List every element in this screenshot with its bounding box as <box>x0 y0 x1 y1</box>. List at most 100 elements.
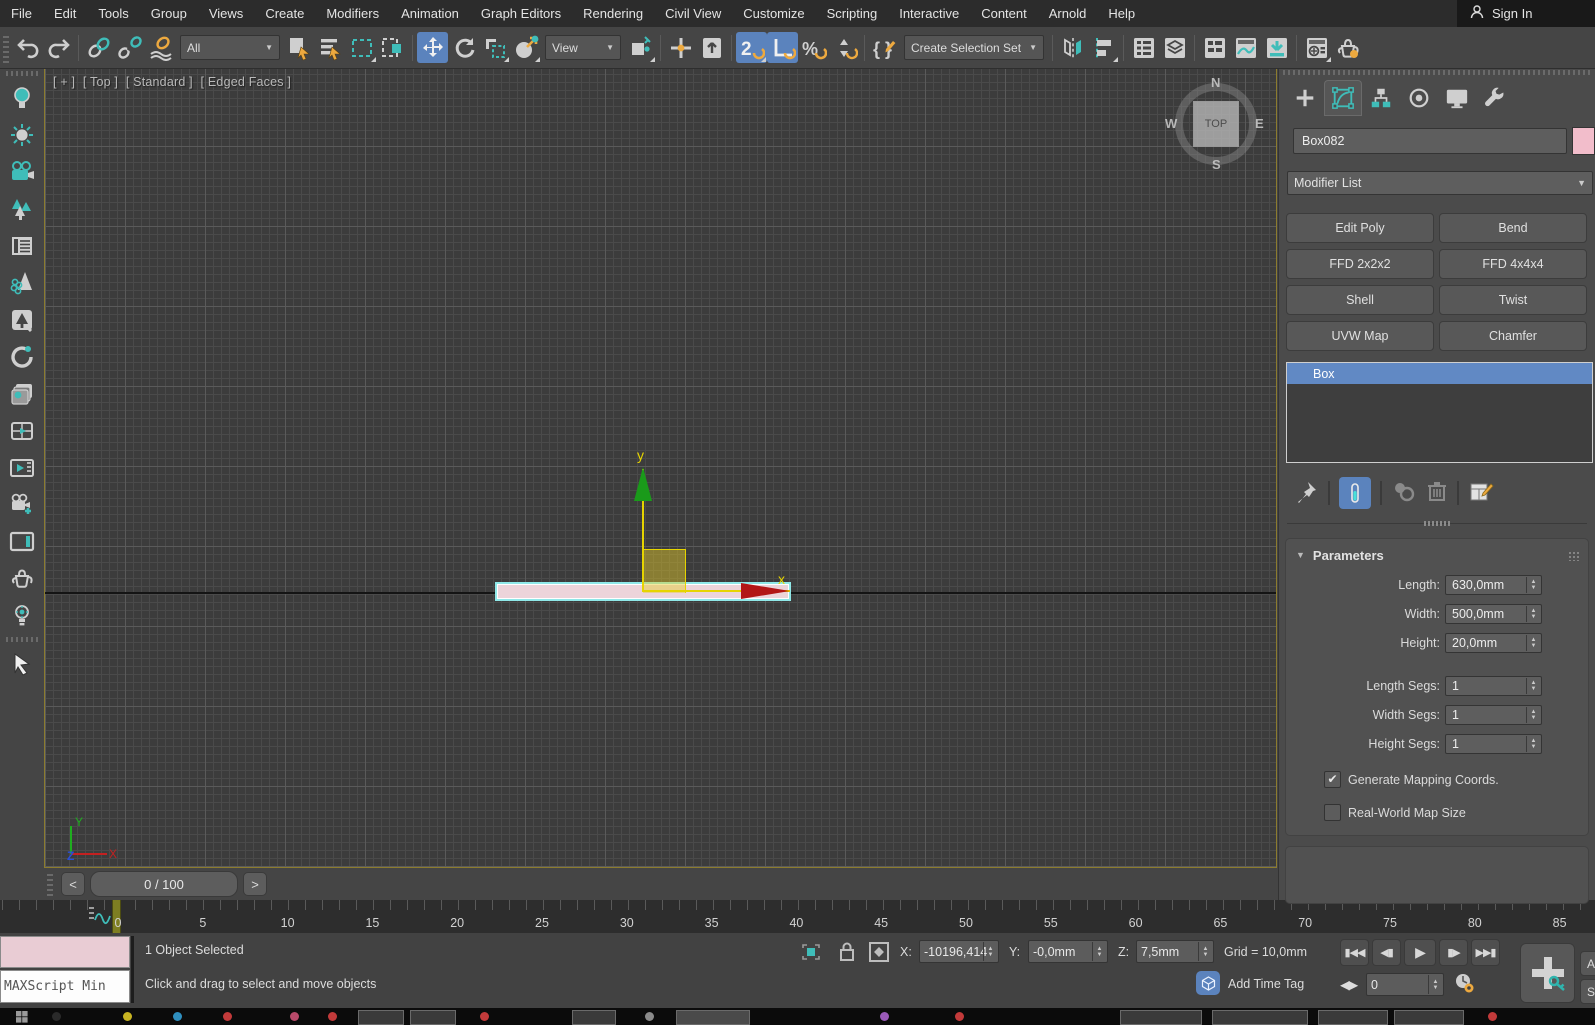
align-icon[interactable] <box>1088 32 1119 63</box>
rollout-collapse-icon[interactable]: ▼ <box>1296 550 1305 560</box>
taskbar-app-icon[interactable] <box>328 1012 337 1021</box>
previous-frame-playback-button[interactable]: ◀▮ <box>1372 939 1401 966</box>
modifier-button-ffd-2x2x2[interactable]: FFD 2x2x2 <box>1286 249 1434 279</box>
taskbar-app-button[interactable] <box>572 1010 616 1025</box>
angle-snap-toggle-icon[interactable] <box>767 32 798 63</box>
menu-views[interactable]: Views <box>198 0 254 27</box>
parameter-spinner[interactable]: ▲▼ <box>1526 707 1540 723</box>
parameter-spinner[interactable]: ▲▼ <box>1526 635 1540 651</box>
previous-frame-button[interactable]: < <box>61 872 85 896</box>
modifier-stack[interactable]: Box <box>1286 362 1593 463</box>
absolute-offset-toggle-icon[interactable] <box>868 941 890 968</box>
coord-z-field[interactable]: 7,5mm ▲▼ <box>1136 940 1214 963</box>
named-selection-set-dropdown[interactable]: Create Selection Set▼ <box>904 35 1044 60</box>
plant-icon[interactable] <box>0 264 44 301</box>
menu-edit[interactable]: Edit <box>43 0 87 27</box>
configure-modifier-sets-icon[interactable] <box>1468 479 1494 508</box>
gizmo-xy-plane-handle[interactable] <box>643 549 686 593</box>
menu-tools[interactable]: Tools <box>87 0 139 27</box>
checkbox-unchecked[interactable] <box>1324 804 1341 821</box>
menu-group[interactable]: Group <box>140 0 198 27</box>
render-production-icon[interactable] <box>1332 32 1363 63</box>
menu-content[interactable]: Content <box>970 0 1038 27</box>
unlink-selection-icon[interactable] <box>114 32 145 63</box>
mirror-icon[interactable] <box>1057 32 1088 63</box>
menu-arnold[interactable]: Arnold <box>1038 0 1098 27</box>
sun-icon[interactable] <box>0 116 44 153</box>
select-and-scale-icon[interactable] <box>479 32 510 63</box>
menu-create[interactable]: Create <box>254 0 315 27</box>
rectangular-selection-region-icon[interactable] <box>346 32 377 63</box>
menu-help[interactable]: Help <box>1097 0 1146 27</box>
select-object-icon[interactable] <box>284 32 315 63</box>
viewcube-south[interactable]: S <box>1212 157 1221 172</box>
taskbar-app-icon[interactable] <box>480 1012 489 1021</box>
pin-stack-icon[interactable] <box>1295 479 1319 508</box>
menu-customize[interactable]: Customize <box>732 0 815 27</box>
parameter-spinner[interactable]: ▲▼ <box>1526 577 1540 593</box>
modifier-list-dropdown[interactable]: Modifier List ▼ <box>1287 171 1593 195</box>
parameter-spinner[interactable]: ▲▼ <box>1526 736 1540 752</box>
modifier-button-shell[interactable]: Shell <box>1286 285 1434 315</box>
taskbar-app-icon[interactable] <box>1488 1012 1497 1021</box>
set-key-mode-button-partial[interactable]: S <box>1580 979 1595 1004</box>
tv-play-icon[interactable] <box>0 449 44 486</box>
parameter-field[interactable]: 630,0mm▲▼ <box>1445 575 1542 595</box>
taskbar-app-button[interactable] <box>358 1010 404 1025</box>
parameter-field[interactable]: 1▲▼ <box>1445 705 1542 725</box>
selection-filter-dropdown[interactable]: All▼ <box>180 35 280 60</box>
select-and-move-icon[interactable] <box>417 32 448 63</box>
frame-spinner[interactable]: ▲▼ <box>1428 975 1442 994</box>
modifier-stack-item[interactable]: Box <box>1287 363 1592 384</box>
coord-y-spinner[interactable]: ▲▼ <box>1092 942 1106 961</box>
time-slider-grip[interactable] <box>47 872 53 896</box>
selection-lock-icon[interactable] <box>838 941 856 968</box>
percent-snap-toggle-icon[interactable]: % <box>798 32 829 63</box>
panel-splitter[interactable] <box>1287 523 1587 530</box>
teapot-icon[interactable] <box>0 560 44 597</box>
menu-scripting[interactable]: Scripting <box>816 0 889 27</box>
tab-hierarchy[interactable] <box>1363 81 1399 115</box>
cursor-arrow-icon[interactable] <box>0 645 44 682</box>
bulb-gear-icon[interactable] <box>0 597 44 634</box>
show-end-result-toggle[interactable] <box>1339 477 1371 509</box>
taskbar-app-icon[interactable] <box>52 1012 61 1021</box>
layer-manager-icon[interactable] <box>1159 32 1190 63</box>
mini-curve-editor-icon[interactable] <box>86 904 112 931</box>
tab-create[interactable] <box>1287 81 1323 115</box>
menu-graph-editors[interactable]: Graph Editors <box>470 0 572 27</box>
curve-editor-icon[interactable] <box>1230 32 1261 63</box>
keyboard-shortcut-override-icon[interactable] <box>696 32 727 63</box>
reference-coordinate-dropdown[interactable]: View▼ <box>545 35 621 60</box>
viewcube-north[interactable]: N <box>1211 75 1220 90</box>
taskbar-app-icon[interactable] <box>223 1012 232 1021</box>
object-name-field[interactable]: Box082 <box>1293 128 1567 154</box>
modifier-button-edit-poly[interactable]: Edit Poly <box>1286 213 1434 243</box>
trees-icon[interactable] <box>0 190 44 227</box>
sign-in-button[interactable]: Sign In <box>1457 0 1595 27</box>
viewport-menu-pov[interactable]: [ Top ] <box>83 75 118 89</box>
edit-named-selection-sets-icon[interactable]: { } <box>869 32 900 63</box>
modifier-button-bend[interactable]: Bend <box>1439 213 1587 243</box>
taskbar-app-icon[interactable] <box>645 1012 654 1021</box>
taskbar-app-button[interactable] <box>676 1010 750 1025</box>
ribbon-toggle-icon[interactable] <box>1199 32 1230 63</box>
viewcube-west[interactable]: W <box>1165 116 1177 131</box>
auto-key-button-partial[interactable]: A <box>1580 951 1595 976</box>
taskbar-app-icon[interactable] <box>880 1012 889 1021</box>
next-frame-button[interactable]: > <box>243 872 267 896</box>
time-configuration-icon[interactable] <box>1452 971 1476 1000</box>
parameter-field[interactable]: 1▲▼ <box>1445 676 1542 696</box>
make-unique-icon[interactable] <box>1391 479 1417 508</box>
viewport-menu-shading[interactable]: [ Edged Faces ] <box>201 75 292 89</box>
parameter-spinner[interactable]: ▲▼ <box>1526 678 1540 694</box>
select-and-manipulate-icon[interactable] <box>665 32 696 63</box>
undo-icon[interactable] <box>12 32 43 63</box>
menu-file[interactable]: File <box>0 0 43 27</box>
viewport-menu-general[interactable]: [ + ] <box>53 75 75 89</box>
select-and-place-icon[interactable] <box>510 32 541 63</box>
menu-interactive[interactable]: Interactive <box>888 0 970 27</box>
use-pivot-point-icon[interactable] <box>625 32 656 63</box>
table-report-icon[interactable] <box>0 227 44 264</box>
bind-to-space-warp-icon[interactable] <box>145 32 176 63</box>
